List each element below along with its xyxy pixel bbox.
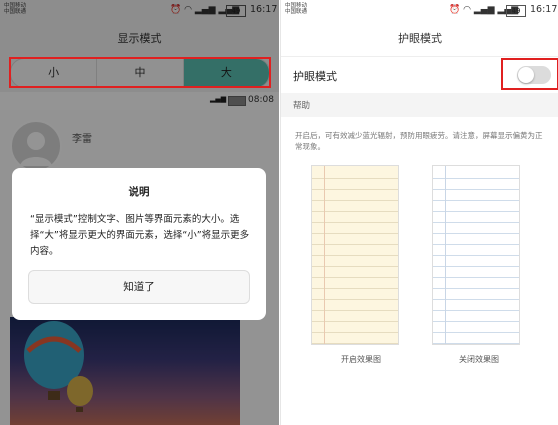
help-label: 帮助 <box>293 101 311 111</box>
page-title-right: 护眼模式 <box>398 32 442 45</box>
highlight-box-size-control <box>9 57 271 88</box>
margin-line <box>324 166 325 344</box>
signal-icon-right: ▂▄▆ <box>473 5 495 15</box>
wifi-icon-right: ◠ <box>463 5 471 15</box>
alarm-icon-right: ⏰ <box>449 5 461 15</box>
dialog-text: “显示模式”控制文字、图片等界面元素的大小。选择“大”将显示更大的界面元素，选择… <box>30 214 250 257</box>
help-description: 开启后，可有效减少蓝光辐射，预防用眼疲劳。请注意，屏幕显示偏黄为正常现象。 <box>295 131 543 151</box>
help-section-header: 帮助 <box>281 93 558 117</box>
caption-off: 关闭效果图 <box>459 355 499 364</box>
explanation-dialog: 说明 “显示模式”控制文字、图片等界面元素的大小。选择“大”将显示更大的界面元素… <box>12 168 266 320</box>
status-time-right: 16:17 <box>530 4 558 15</box>
effect-image-off <box>432 165 520 345</box>
battery-icon-right: 49 <box>506 5 526 17</box>
dialog-ok-button[interactable]: 知道了 <box>28 270 250 304</box>
margin-line <box>445 166 446 344</box>
carrier-2-right: 中国联通 <box>285 9 308 15</box>
eye-protection-label: 护眼模式 <box>293 70 337 83</box>
eye-protection-screen: 中国移动 中国联通 ⏰ ◠ ▂▄▆ ▂▄▆ 49 16:17 护眼模式 护眼模式… <box>280 0 558 425</box>
effect-image-on <box>311 165 399 345</box>
display-mode-screen: 中国移动 中国联通 ⏰ ◠ ▂▄▆ ▂▄▆ 49 16:17 显示模式 小 中 … <box>0 0 279 425</box>
caption-on: 开启效果图 <box>341 355 381 364</box>
carrier-labels-right: 中国移动 中国联通 <box>285 3 307 15</box>
dialog-title: 说明 <box>128 186 150 198</box>
status-bar-right: 中国移动 中国联通 ⏰ ◠ ▂▄▆ ▂▄▆ 49 16:17 <box>281 0 558 22</box>
highlight-box-toggle <box>501 58 558 90</box>
